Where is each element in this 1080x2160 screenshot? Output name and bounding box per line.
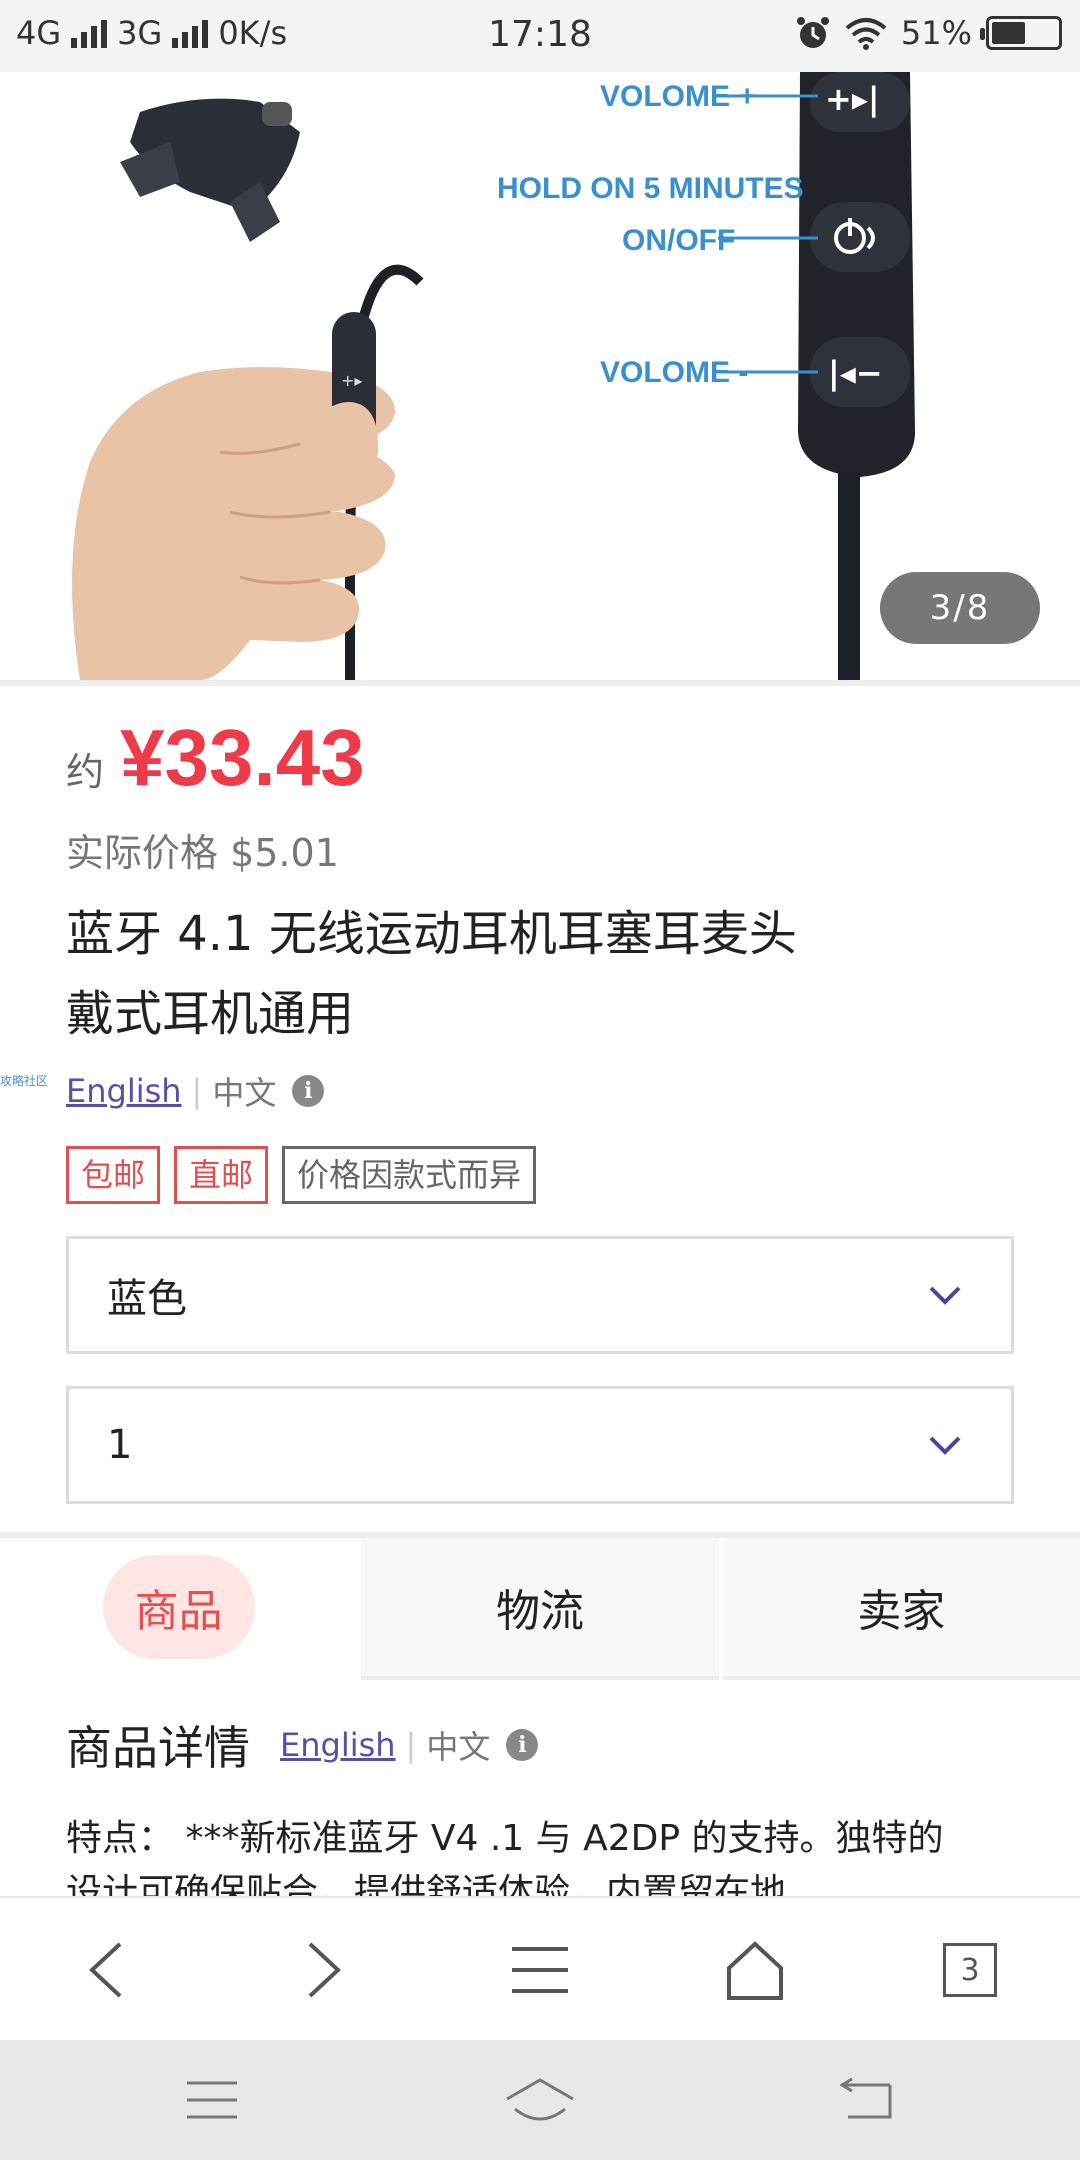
system-back-button[interactable] [808,2040,928,2160]
svg-text:+▸|: +▸| [825,80,880,119]
tab-logistics-label: 物流 [495,1586,584,1637]
home-icon [727,1941,783,2000]
tab-logistics[interactable]: 物流 [361,1538,719,1680]
system-home-button[interactable] [480,2040,600,2160]
image-counter: 3/8 [880,572,1040,644]
divider [0,680,1080,686]
product-title: 蓝牙 4.1 无线运动耳机耳塞耳麦头 戴式耳机通用 [66,894,966,1054]
chevron-down-icon [929,1436,961,1455]
price-row: 约 ¥33.43 [66,712,365,804]
chevron-left-icon [89,1942,122,1998]
chevron-down-icon [929,1286,961,1305]
svg-text:|◂−: |◂− [828,354,883,393]
home-button[interactable] [695,1898,815,2042]
price: ¥33.43 [120,713,365,802]
tag-price-varies: 价格因款式而异 [282,1146,537,1204]
label-onoff: ON/OFF [622,224,735,257]
tab-count: 3 [943,1943,997,1997]
lang-chinese-link[interactable]: 中文 [212,1068,276,1114]
tab-seller-label: 卖家 [857,1586,946,1637]
tag-direct-mail: 直邮 [174,1146,269,1204]
product-title-line2: 戴式耳机通用 [66,986,355,1042]
info-icon[interactable]: i [292,1075,325,1107]
label-hold: HOLD ON 5 MINUTES [497,172,804,205]
back-button[interactable] [46,1898,166,2042]
quantity-select-value: 1 [107,1422,133,1468]
back-arrow-icon [840,2077,892,2119]
tag-free-shipping: 包邮 [66,1146,161,1204]
detail-tabs: 商品 物流 卖家 [0,1538,1080,1680]
lang-separator: | [405,1726,417,1764]
system-menu-button[interactable] [152,2040,272,2160]
label-volume-down: VOLOME - [600,356,748,389]
tabs-button[interactable]: 3 [910,1898,1030,2042]
tab-seller[interactable]: 卖家 [722,1538,1080,1680]
menu-icon [187,2081,237,2119]
actual-price: 实际价格 $5.01 [66,831,339,875]
menu-icon [512,1947,568,1993]
language-switch: English | 中文 i [66,1068,325,1114]
color-select-value: 蓝色 [107,1276,187,1322]
status-bar: 4G 3G 0K/s 17:18 51% [0,0,1080,72]
details-header: 商品详情 English | 中文 i [66,1712,539,1778]
wifi-icon [845,18,887,50]
product-title-line1: 蓝牙 4.1 无线运动耳机耳塞耳麦头 [66,906,797,962]
details-language-switch: English | 中文 i [280,1722,539,1768]
system-navigation [0,2040,1080,2160]
price-prefix: 约 [66,750,105,794]
product-image[interactable]: +▸ +▸| |◂− VOLOME + HOLD ON 5 MINUTES ON… [0,72,1080,680]
quantity-select[interactable]: 1 [66,1386,1014,1504]
browser-toolbar: 3 [0,1896,1080,2040]
info-icon[interactable]: i [506,1729,539,1761]
tab-product[interactable]: 商品 [0,1538,358,1680]
lang-chinese-link[interactable]: 中文 [426,1722,490,1768]
color-select[interactable]: 蓝色 [66,1236,1014,1354]
tag-list: 包邮 直邮 价格因款式而异 [66,1146,537,1204]
forward-button[interactable] [264,1898,384,2042]
status-right: 51% [795,14,1062,52]
alarm-icon [796,17,829,48]
watermark: 攻略社区 [0,1074,49,1088]
svg-text:+▸: +▸ [341,371,362,390]
lang-english-link[interactable]: English [280,1726,396,1764]
details-heading: 商品详情 [66,1721,250,1775]
battery-icon [980,16,1062,50]
home-icon [506,2078,574,2121]
battery-percent: 51% [900,14,972,52]
label-volume-up: VOLOME + [600,80,756,113]
lang-english-link[interactable]: English [66,1072,182,1110]
details-text: 特点： ***新标准蓝牙 V4 .1 与 A2DP 的支持。独特的设计可确保贴合… [66,1818,944,1896]
lang-separator: | [191,1072,203,1110]
menu-button[interactable] [480,1898,600,2042]
chevron-right-icon [308,1942,341,1998]
tab-product-label: 商品 [102,1555,255,1659]
battery-fill [992,22,1025,44]
